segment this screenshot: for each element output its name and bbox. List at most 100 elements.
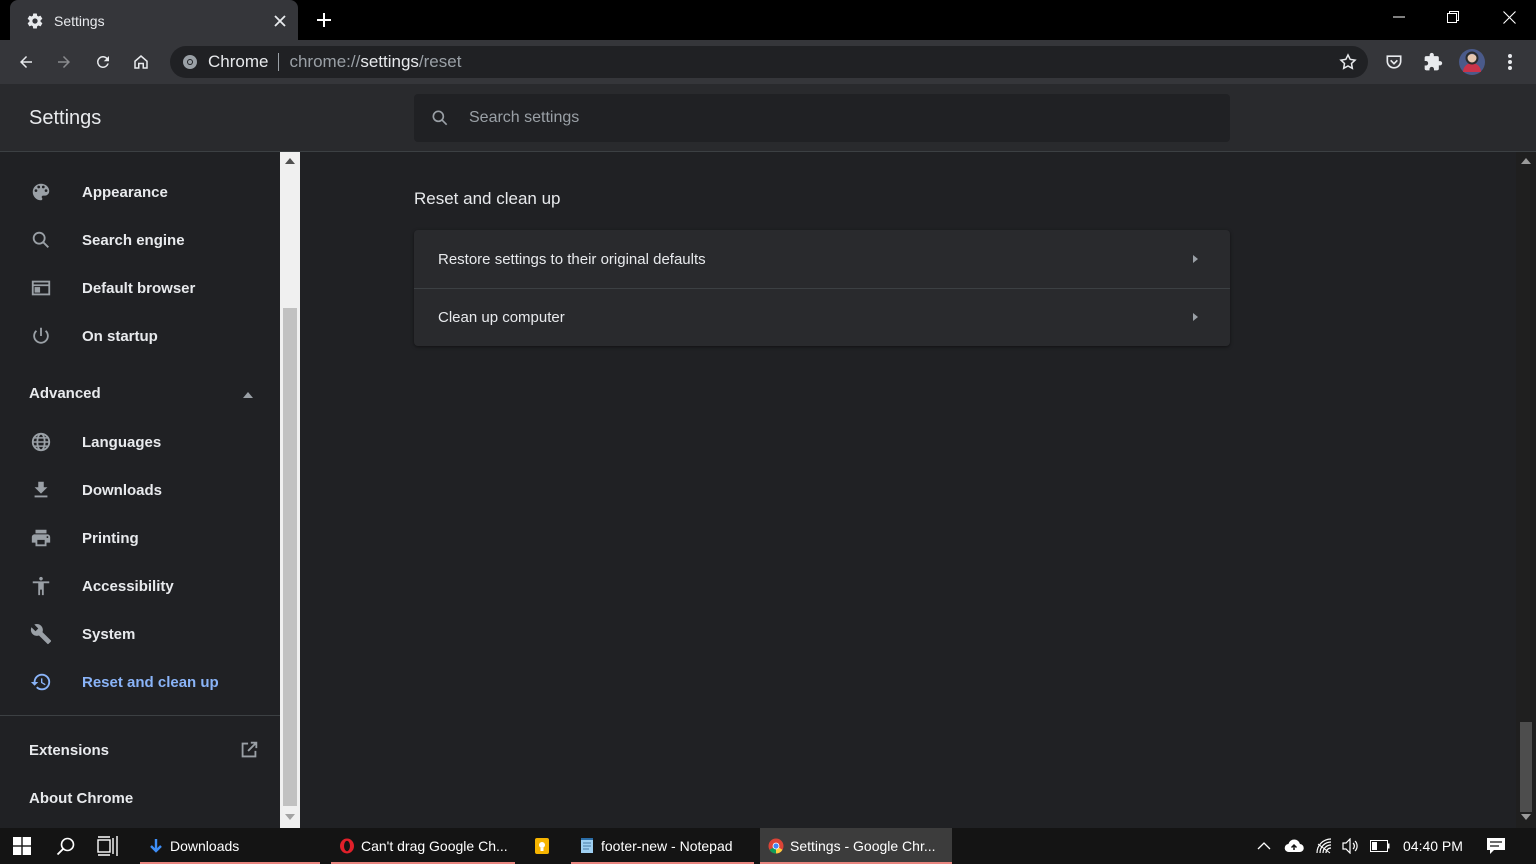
reset-card: Restore settings to their original defau…: [414, 230, 1230, 346]
scroll-up-arrow-icon[interactable]: [1521, 158, 1531, 164]
extensions-button[interactable]: [1417, 46, 1449, 78]
taskbar-search-button[interactable]: [44, 828, 88, 864]
scrollbar-thumb[interactable]: [1520, 722, 1532, 812]
restore-icon: [1447, 11, 1459, 23]
show-hidden-icons-button[interactable]: [1252, 828, 1276, 864]
reload-button[interactable]: [87, 46, 119, 78]
notification-icon: [1487, 838, 1505, 854]
settings-main: Reset and clean up Restore settings to t…: [300, 152, 1516, 828]
sidebar-item-accessibility[interactable]: Accessibility: [0, 562, 280, 610]
notepad-icon: [579, 838, 595, 854]
taskbar-app-label: Can't drag Google Ch...: [361, 838, 508, 854]
volume-tray-button[interactable]: [1338, 828, 1364, 864]
close-window-button[interactable]: [1482, 0, 1536, 34]
profile-avatar-button[interactable]: [1456, 46, 1488, 78]
battery-icon: [1370, 840, 1390, 852]
network-tray-button[interactable]: [1311, 828, 1337, 864]
browser-toolbar: Chrome chrome://settings/reset: [0, 40, 1536, 84]
windows-logo-icon: [13, 837, 31, 855]
taskbar-app-label: Downloads: [170, 838, 240, 854]
sidebar-item-label: Downloads: [82, 481, 163, 499]
sidebar-item-default-browser[interactable]: Default browser: [0, 264, 280, 312]
task-view-button[interactable]: [86, 828, 130, 864]
sidebar-item-appearance[interactable]: Appearance: [0, 168, 280, 216]
action-center-button[interactable]: [1482, 828, 1510, 864]
sidebar-divider: [0, 715, 280, 716]
main-scrollbar[interactable]: [1516, 152, 1536, 828]
sidebar-item-label: Appearance: [82, 183, 168, 201]
tab-settings[interactable]: Settings: [10, 0, 298, 41]
search-settings-box[interactable]: [414, 94, 1230, 142]
scroll-up-arrow-icon[interactable]: [285, 158, 295, 164]
advanced-section-toggle[interactable]: Advanced: [0, 370, 280, 418]
speaker-icon: [1342, 838, 1358, 854]
close-tab-button[interactable]: [266, 7, 294, 35]
taskbar-app-notepad[interactable]: footer-new - Notepad: [571, 828, 754, 864]
windows-taskbar: Downloads Can't drag Google Ch... footer…: [0, 828, 1536, 864]
download-icon: [30, 479, 52, 501]
sidebar-item-label: Accessibility: [82, 577, 174, 595]
home-button[interactable]: [125, 46, 157, 78]
taskbar-app-opera[interactable]: Can't drag Google Ch...: [331, 828, 515, 864]
scroll-down-arrow-icon[interactable]: [285, 814, 295, 820]
bookmark-star-icon[interactable]: [1338, 52, 1358, 72]
arrow-right-icon: [1190, 312, 1200, 322]
wifi-icon: [1316, 838, 1332, 854]
sidebar-item-label: System: [82, 625, 136, 643]
sidebar-item-extensions[interactable]: Extensions: [0, 727, 280, 775]
url-text: chrome://settings/reset: [289, 52, 462, 71]
restore-button[interactable]: [1426, 0, 1480, 34]
start-button[interactable]: [0, 828, 44, 864]
arrow-left-icon: [20, 56, 32, 68]
sidebar-item-printing[interactable]: Printing: [0, 514, 280, 562]
sidebar-item-reset-and-clean-up[interactable]: Reset and clean up: [0, 658, 280, 706]
sidebar-scrollbar[interactable]: [280, 152, 300, 828]
advanced-label: Advanced: [29, 385, 101, 402]
search-settings-input[interactable]: [469, 109, 1169, 127]
accessibility-icon: [30, 575, 52, 597]
tab-title: Settings: [54, 12, 105, 29]
address-bar[interactable]: Chrome chrome://settings/reset: [170, 46, 1368, 78]
chevron-up-icon: [1257, 842, 1271, 850]
omnibox-separator: [278, 53, 280, 71]
sidebar-item-about-chrome[interactable]: About Chrome: [0, 775, 280, 823]
home-icon: [134, 55, 148, 69]
tab-strip: Settings: [0, 0, 1536, 41]
taskbar-app-keep[interactable]: [520, 828, 564, 864]
avatar-icon: [1459, 49, 1485, 75]
settings-header: Settings: [0, 84, 1536, 152]
more-vertical-icon: [1508, 54, 1512, 70]
settings-sidebar: Appearance Search engine Default browser…: [0, 152, 280, 828]
minimize-button[interactable]: [1372, 0, 1426, 34]
search-icon: [30, 229, 52, 251]
sidebar-item-on-startup[interactable]: On startup: [0, 312, 280, 360]
cloud-upload-icon: [1284, 839, 1304, 853]
new-tab-button[interactable]: [310, 6, 338, 34]
taskbar-app-label: Settings - Google Chr...: [790, 838, 936, 854]
battery-tray-button[interactable]: [1367, 828, 1393, 864]
taskbar-app-downloads[interactable]: Downloads: [140, 828, 320, 864]
sidebar-item-search-engine[interactable]: Search engine: [0, 216, 280, 264]
sidebar-item-system[interactable]: System: [0, 610, 280, 658]
forward-button[interactable]: [48, 46, 80, 78]
onedrive-tray-button[interactable]: [1281, 828, 1307, 864]
scroll-down-arrow-icon[interactable]: [1521, 814, 1531, 820]
taskbar-clock[interactable]: 04:40 PM: [1403, 838, 1463, 854]
chrome-icon: [768, 838, 784, 854]
menu-button[interactable]: [1494, 46, 1526, 78]
row-label: Clean up computer: [438, 308, 565, 326]
palette-icon: [30, 181, 52, 203]
clean-up-computer-row[interactable]: Clean up computer: [414, 288, 1230, 346]
puzzle-icon: [1424, 52, 1443, 71]
sidebar-item-languages[interactable]: Languages: [0, 418, 280, 466]
history-icon: [30, 671, 52, 693]
scrollbar-thumb[interactable]: [283, 308, 297, 806]
sidebar-item-downloads[interactable]: Downloads: [0, 466, 280, 514]
taskbar-app-chrome[interactable]: Settings - Google Chr...: [760, 828, 952, 864]
restore-defaults-row[interactable]: Restore settings to their original defau…: [414, 230, 1230, 288]
back-button[interactable]: [10, 46, 42, 78]
close-icon: [274, 14, 286, 27]
opera-icon: [339, 838, 355, 854]
arrow-right-icon: [1190, 254, 1200, 264]
pocket-button[interactable]: [1378, 46, 1410, 78]
